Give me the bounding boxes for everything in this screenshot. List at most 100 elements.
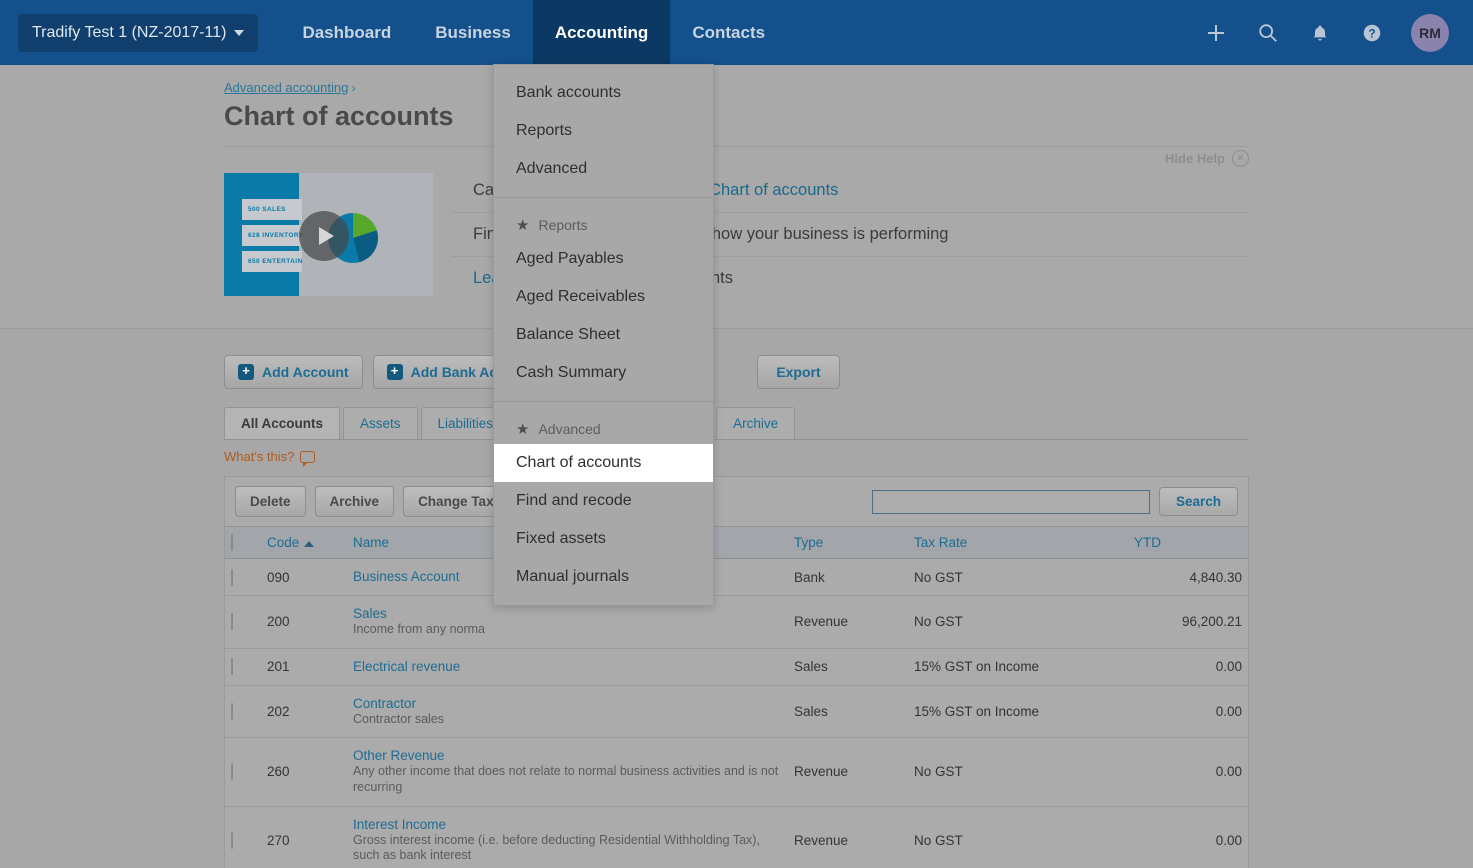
help-icon[interactable]: ?: [1359, 20, 1385, 46]
avatar[interactable]: RM: [1411, 14, 1449, 52]
select-all-checkbox[interactable]: [231, 534, 233, 551]
organisation-name: Tradify Test 1 (NZ-2017-11): [32, 24, 226, 42]
account-name-link[interactable]: Electrical revenue: [353, 659, 782, 674]
row-tax: 15% GST on Income: [908, 648, 1128, 685]
row-code: 270: [261, 806, 347, 868]
whats-this-link[interactable]: What's this?: [224, 440, 1249, 476]
chevron-down-icon: [234, 30, 244, 36]
row-checkbox[interactable]: [231, 569, 233, 586]
column-tax-rate[interactable]: Tax Rate: [908, 527, 1128, 559]
breadcrumb-separator: ›: [351, 80, 355, 95]
row-checkbox-cell: [225, 559, 261, 596]
column-ytd: YTD: [1128, 527, 1248, 559]
row-code: 260: [261, 738, 347, 806]
row-checkbox[interactable]: [231, 832, 233, 849]
menu-item-advanced[interactable]: Advanced: [494, 150, 713, 188]
column-code-label: Code: [267, 535, 299, 550]
row-tax: No GST: [908, 559, 1128, 596]
row-checkbox-cell: [225, 806, 261, 868]
account-description: [353, 674, 782, 675]
row-checkbox-cell: [225, 738, 261, 806]
row-code: 200: [261, 596, 347, 649]
search-button[interactable]: Search: [1159, 487, 1238, 516]
help-video-thumbnail[interactable]: 500 SALES 628 INVENTORY 650 ENTERTAINME: [224, 173, 433, 296]
breadcrumb-parent-link[interactable]: Advanced accounting: [224, 80, 348, 95]
row-code: 201: [261, 648, 347, 685]
bell-icon[interactable]: [1307, 20, 1333, 46]
thumbnail-bar-3: 650 ENTERTAINME: [242, 251, 302, 272]
row-type: Sales: [788, 685, 908, 738]
nav-item-business[interactable]: Business: [413, 0, 533, 65]
row-type: Revenue: [788, 738, 908, 806]
menu-section-reports: ★ Reports Aged Payables Aged Receivables…: [494, 197, 713, 401]
hide-help-button[interactable]: Hide Help ×: [1165, 150, 1249, 167]
row-checkbox[interactable]: [231, 613, 233, 630]
row-ytd[interactable]: 0.00: [1128, 738, 1248, 806]
row-ytd[interactable]: 0.00: [1128, 685, 1248, 738]
star-icon: ★: [516, 216, 529, 234]
row-code: 090: [261, 559, 347, 596]
account-name-link[interactable]: Contractor: [353, 696, 782, 711]
delete-button[interactable]: Delete: [235, 486, 306, 517]
accounts-section: + Add Account + Add Bank Account Export …: [0, 328, 1473, 868]
export-button[interactable]: Export: [757, 355, 839, 389]
row-name-cell: Interest Income Gross interest income (i…: [347, 806, 788, 868]
row-tax: 15% GST on Income: [908, 685, 1128, 738]
menu-item-fixed-assets[interactable]: Fixed assets: [494, 520, 713, 558]
search-input[interactable]: [872, 490, 1150, 514]
nav-item-accounting[interactable]: Accounting: [533, 0, 671, 65]
table-row: 202 Contractor Contractor sales Sales 15…: [225, 685, 1248, 738]
search-icon[interactable]: [1255, 20, 1281, 46]
menu-heading-advanced-label: Advanced: [538, 421, 600, 437]
table-row: 260 Other Revenue Any other income that …: [225, 738, 1248, 806]
tab-assets[interactable]: Assets: [343, 407, 418, 439]
table-header-row: Code Name Type Tax Rate YTD: [225, 527, 1248, 559]
row-type: Bank: [788, 559, 908, 596]
menu-item-reports[interactable]: Reports: [494, 112, 713, 150]
account-name-link[interactable]: Other Revenue: [353, 748, 782, 763]
tab-archive[interactable]: Archive: [716, 407, 795, 439]
accounts-content: + Add Account + Add Bank Account Export …: [0, 355, 1473, 868]
archive-button[interactable]: Archive: [315, 486, 395, 517]
plus-icon: +: [387, 364, 403, 380]
nav-item-dashboard[interactable]: Dashboard: [280, 0, 413, 65]
table-search-group: Search: [872, 487, 1238, 516]
menu-item-aged-receivables[interactable]: Aged Receivables: [494, 278, 713, 316]
row-checkbox[interactable]: [231, 763, 233, 780]
add-account-label: Add Account: [262, 364, 349, 380]
speech-bubble-icon: [300, 451, 315, 463]
menu-heading-reports: ★ Reports: [494, 207, 713, 240]
organisation-selector[interactable]: Tradify Test 1 (NZ-2017-11): [18, 14, 258, 52]
page-title: Chart of accounts: [224, 95, 1249, 146]
menu-item-bank-accounts[interactable]: Bank accounts: [494, 74, 713, 112]
table-row: 270 Interest Income Gross interest incom…: [225, 806, 1248, 868]
row-checkbox-cell: [225, 648, 261, 685]
menu-heading-advanced: ★ Advanced: [494, 411, 713, 444]
row-name-cell: Other Revenue Any other income that does…: [347, 738, 788, 806]
row-ytd[interactable]: 4,840.30: [1128, 559, 1248, 596]
table-row: 090 Business Account Bank No GST 4,840.3…: [225, 559, 1248, 596]
menu-item-aged-payables[interactable]: Aged Payables: [494, 240, 713, 278]
menu-item-chart-of-accounts[interactable]: Chart of accounts: [494, 444, 713, 482]
account-name-link[interactable]: Interest Income: [353, 817, 782, 832]
column-type[interactable]: Type: [788, 527, 908, 559]
row-checkbox[interactable]: [231, 703, 233, 720]
menu-item-find-and-recode[interactable]: Find and recode: [494, 482, 713, 520]
close-icon[interactable]: ×: [1232, 150, 1249, 167]
plus-icon[interactable]: [1203, 20, 1229, 46]
menu-item-balance-sheet[interactable]: Balance Sheet: [494, 316, 713, 354]
nav-item-contacts[interactable]: Contacts: [670, 0, 787, 65]
row-ytd[interactable]: 0.00: [1128, 806, 1248, 868]
menu-item-cash-summary[interactable]: Cash Summary: [494, 354, 713, 392]
column-code[interactable]: Code: [261, 527, 347, 559]
play-icon[interactable]: [299, 211, 349, 261]
account-name-link[interactable]: Sales: [353, 606, 782, 621]
menu-item-manual-journals[interactable]: Manual journals: [494, 558, 713, 596]
row-ytd[interactable]: 96,200.21: [1128, 596, 1248, 649]
row-checkbox[interactable]: [231, 658, 233, 675]
row-ytd[interactable]: 0.00: [1128, 648, 1248, 685]
help-line-1-link[interactable]: Chart of accounts: [709, 181, 838, 199]
tab-all-accounts[interactable]: All Accounts: [224, 407, 340, 439]
page-body: Advanced accounting› Chart of accounts H…: [0, 65, 1473, 868]
add-account-button[interactable]: + Add Account: [224, 355, 363, 389]
